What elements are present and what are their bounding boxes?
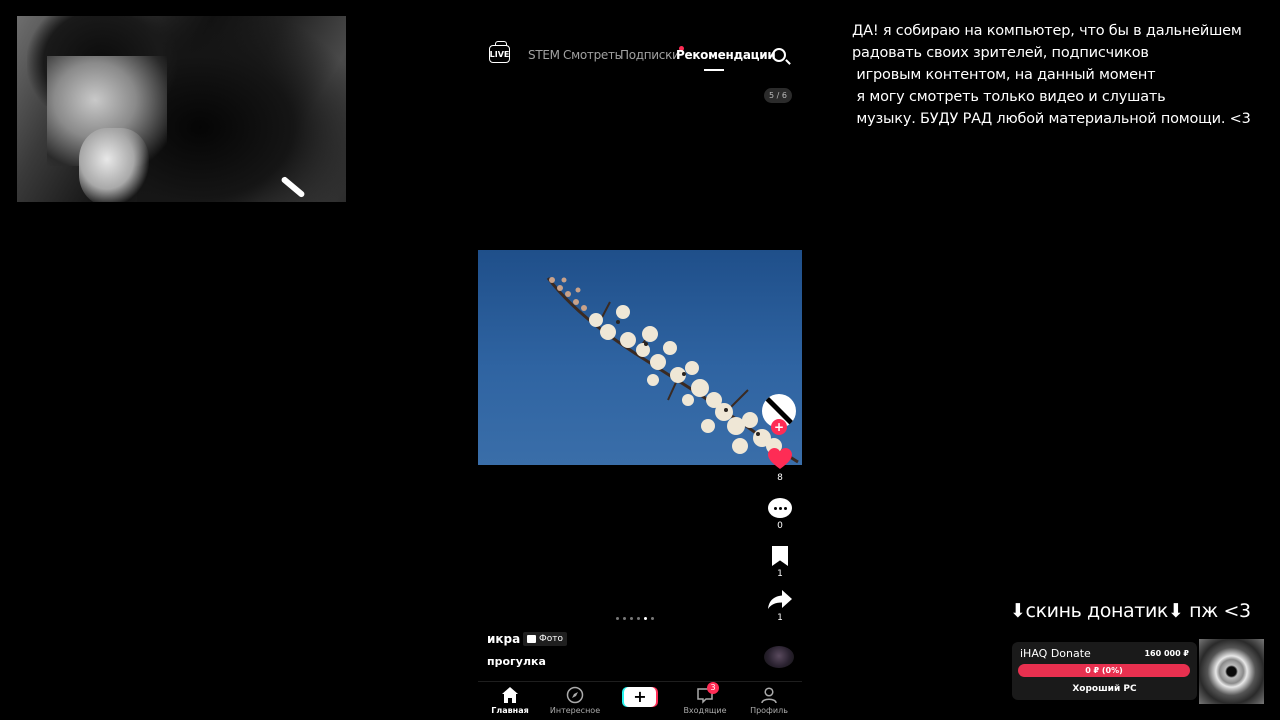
tiktok-app: LIVE STEM Смотреть Подписки Рекомендации… [478,30,802,720]
webcam-hand [79,128,149,202]
slide-dot [623,617,626,620]
webcam-feed [17,16,346,202]
author-name[interactable]: икра [487,632,520,646]
slide-dot [616,617,619,620]
nav-inbox[interactable]: 3 Входящие [675,682,735,715]
photo-badge: Фото [523,632,568,646]
slide-dot [637,617,640,620]
music-disc-icon[interactable] [764,646,794,668]
donation-title: iHAQ Donate [1020,647,1091,660]
tab-following[interactable]: Подписки [620,46,684,62]
live-button[interactable]: LIVE [489,41,510,63]
nav-discover[interactable]: Интересное [545,686,605,715]
plus-icon: + [633,687,647,706]
post-photo[interactable] [478,250,802,465]
stream-message: ДА! я собираю на компьютер, что бы в дал… [852,23,1251,127]
compass-icon [566,686,584,704]
tab-stem[interactable]: STEM [528,48,560,62]
bookmark-icon [772,546,788,566]
active-tab-indicator [704,69,724,71]
tab-watch[interactable]: Смотреть [563,48,622,62]
donation-goal-amount: 160 000 ₽ [1144,649,1189,658]
comment-count: 0 [777,521,783,531]
tab-for-you[interactable]: Рекомендации [676,48,776,62]
follow-button[interactable]: + [771,419,787,435]
inbox-icon: 3 [696,682,719,704]
donation-progress-bar: 0 ₽ (0%) [1018,664,1190,677]
inbox-badge: 3 [707,682,719,694]
nav-profile[interactable]: Профиль [739,686,799,715]
share-button[interactable]: 1 [758,590,802,623]
comment-button[interactable]: 0 [758,498,802,531]
blossom-branch-image [546,277,799,464]
photo-icon [527,635,536,643]
donate-call-to-action: ⬇скинь донатик⬇ пж <3 [1010,600,1251,622]
home-icon [501,686,519,704]
comment-icon [768,498,792,518]
like-count: 8 [777,473,783,483]
slide-dot [630,617,633,620]
donation-subtitle: Хороший PC [1072,684,1137,694]
heart-icon [768,448,792,470]
save-button[interactable]: 1 [758,546,802,579]
post-caption: прогулка [487,655,546,668]
search-icon[interactable] [772,48,786,62]
nav-home[interactable]: Главная [480,686,540,715]
slide-dot [644,617,647,620]
donation-goal-widget: iHAQ Donate 160 000 ₽ 0 ₽ (0%) Хороший P… [1012,642,1197,700]
slide-counter: 5 / 6 [764,88,792,103]
eye-image [1199,639,1264,704]
profile-icon [760,686,778,704]
share-icon [768,590,792,610]
top-nav: LIVE STEM Смотреть Подписки Рекомендации [478,41,802,71]
share-count: 1 [777,613,783,623]
donation-progress-text: 0 ₽ (0%) [1085,666,1123,675]
save-count: 1 [777,569,783,579]
create-button[interactable]: + [624,687,656,707]
slide-indicator [616,617,654,620]
slide-dot [651,617,654,620]
bottom-nav: Главная Интересное + 3 Входящие Профиль [478,681,802,720]
like-button[interactable]: 8 [758,448,802,483]
